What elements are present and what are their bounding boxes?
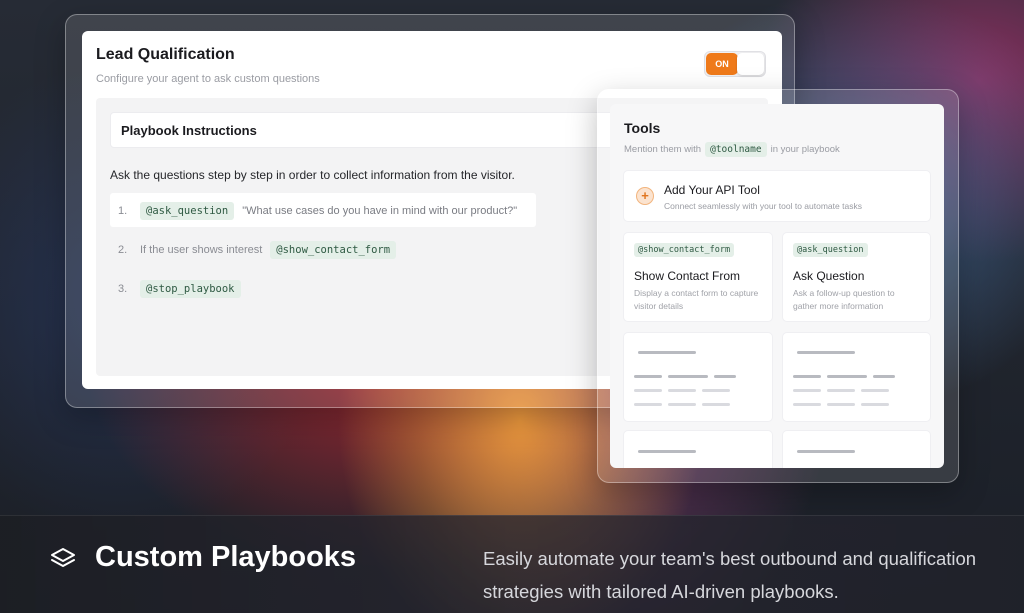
step-text: "What use cases do you have in mind with… [242, 205, 518, 217]
toggle-on-label: ON [706, 53, 738, 75]
layers-icon [51, 548, 75, 567]
placeholder-line [638, 450, 696, 453]
placeholder-line [634, 403, 662, 406]
tool-card-title: Show Contact From [634, 269, 741, 283]
placeholder-line [827, 403, 855, 406]
placeholder-line [638, 351, 696, 354]
placeholder-line [861, 403, 889, 406]
placeholder-line [634, 375, 662, 378]
placeholder-tool-card [782, 332, 931, 422]
feature-title: Custom Playbooks [95, 541, 357, 573]
playbook-step-2[interactable]: 2. If the user shows interest @show_cont… [118, 241, 397, 259]
placeholder-line [827, 389, 855, 392]
api-tool-description: Connect seamlessly with your tool to aut… [664, 201, 862, 211]
lead-subtitle: Configure your agent to ask custom quest… [96, 73, 320, 85]
api-tool-title: Add Your API Tool [664, 183, 760, 197]
step-tool-tag: @show_contact_form [270, 241, 397, 259]
placeholder-line [793, 403, 821, 406]
placeholder-line [873, 375, 895, 378]
placeholder-line [861, 389, 889, 392]
step-text: If the user shows interest [140, 244, 263, 256]
tools-subtitle-suffix: in your playbook [770, 144, 840, 155]
add-api-tool-card[interactable]: + Add Your API Tool Connect seamlessly w… [623, 170, 931, 222]
placeholder-line [793, 375, 821, 378]
tool-card-show-contact-form[interactable]: @show_contact_form Show Contact From Dis… [623, 232, 773, 322]
placeholder-line [827, 375, 867, 378]
lead-title: Lead Qualification [96, 46, 235, 63]
toolname-tag: @toolname [705, 142, 767, 157]
feature-description: Easily automate your team's best outboun… [483, 548, 977, 602]
placeholder-line [668, 375, 708, 378]
placeholder-line [797, 450, 855, 453]
placeholder-line [714, 375, 736, 378]
placeholder-line [668, 403, 696, 406]
playbook-title: Playbook Instructions [121, 123, 257, 138]
placeholder-line [797, 351, 855, 354]
playbook-step-1[interactable]: 1. @ask_question "What use cases do you … [118, 202, 517, 220]
placeholder-line [702, 389, 730, 392]
tools-title: Tools [624, 120, 661, 136]
tools-subtitle: Mention them with @toolname in your play… [624, 142, 840, 157]
placeholder-line [668, 389, 696, 392]
step-tool-tag: @ask_question [140, 202, 235, 220]
step-tool-tag: @stop_playbook [140, 280, 241, 298]
tool-card-tag: @ask_question [793, 243, 868, 257]
tool-card-description: Display a contact form to capture visito… [634, 288, 759, 311]
tools-subtitle-prefix: Mention them with [624, 144, 702, 155]
placeholder-line [634, 389, 662, 392]
tool-card-tag: @show_contact_form [634, 243, 735, 257]
placeholder-tool-card [623, 430, 773, 468]
placeholder-tool-card [623, 332, 773, 422]
placeholder-line [702, 403, 730, 406]
tool-card-ask-question[interactable]: @ask_question Ask Question Ask a follow-… [782, 232, 931, 322]
placeholder-line [793, 389, 821, 392]
tools-card: Tools Mention them with @toolname in you… [610, 104, 944, 468]
playbook-step-3[interactable]: 3. @stop_playbook [118, 280, 241, 298]
step-number: 3. [118, 283, 128, 295]
tool-card-title: Ask Question [793, 269, 865, 283]
placeholder-tool-card [782, 430, 931, 468]
plus-circle-icon: + [636, 187, 654, 205]
tool-card-description: Ask a follow-up question to gather more … [793, 288, 895, 311]
lead-toggle[interactable]: ON [704, 51, 766, 77]
toggle-knob [737, 53, 764, 75]
step-number: 1. [118, 205, 128, 217]
step-number: 2. [118, 244, 128, 256]
playbook-description: Ask the questions step by step in order … [110, 168, 515, 182]
